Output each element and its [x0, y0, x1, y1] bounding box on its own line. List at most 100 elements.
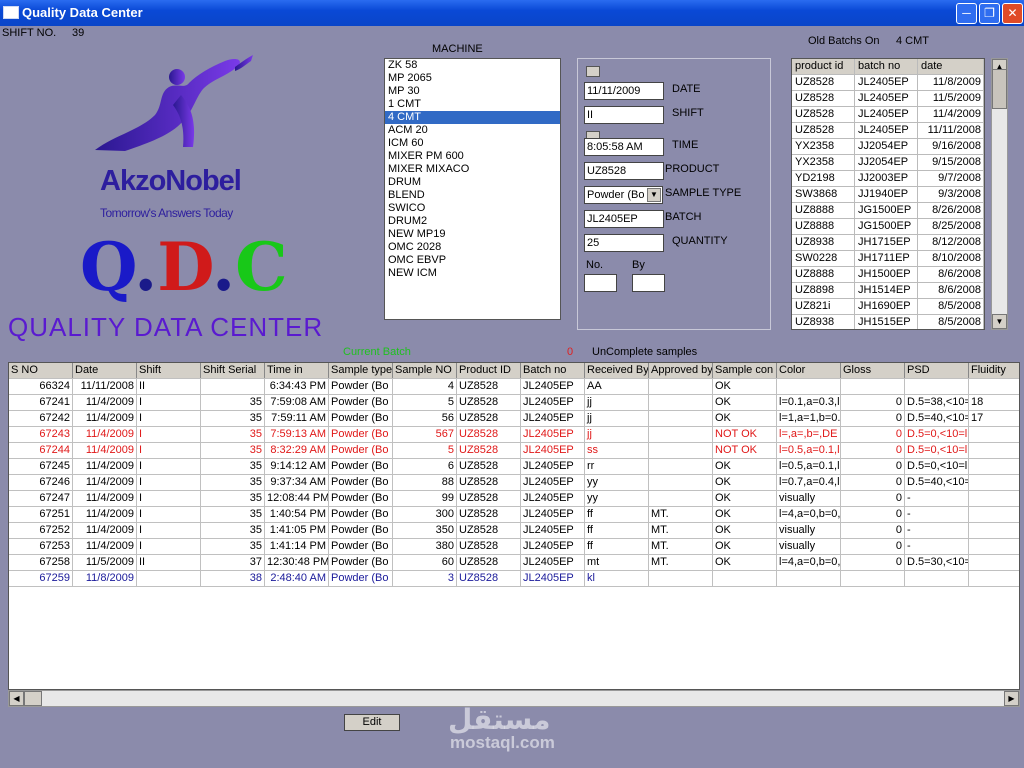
table-row[interactable]: YX2358 JJ2054EP 9/15/2008: [792, 155, 984, 171]
title-bar[interactable]: Quality Data Center ─ ❐ ✕: [0, 0, 1024, 26]
table-row[interactable]: UZ8888 JG1500EP 8/26/2008: [792, 203, 984, 219]
edit-button[interactable]: Edit: [344, 714, 400, 731]
close-button[interactable]: ✕: [1002, 3, 1023, 24]
machine-item-blend[interactable]: BLEND: [385, 189, 560, 202]
table-row[interactable]: UZ8528 JL2405EP 11/4/2009: [792, 107, 984, 123]
table-row[interactable]: 67243 11/4/2009 I 35 7:59:13 AM Powder (Bo 567…: [9, 427, 1019, 443]
time-field[interactable]: 8:05:58 AM: [584, 138, 664, 156]
old-batchs-grid[interactable]: product id batch no date UZ8528 JL2405EP 1…: [791, 58, 985, 330]
column-header[interactable]: Date: [73, 363, 137, 378]
maximize-button[interactable]: ❐: [979, 3, 1000, 24]
table-cell: 1:40:54 PM: [265, 507, 329, 522]
machine-item-mixer-pm600[interactable]: MIXER PM 600: [385, 150, 560, 163]
table-row[interactable]: 67259 11/8/2009 38 2:48:40 AM Powder (Bo 3 UZ8…: [9, 571, 1019, 587]
shift-field[interactable]: II: [584, 106, 664, 124]
date-field[interactable]: 11/11/2009: [584, 82, 664, 100]
column-header[interactable]: Shift: [137, 363, 201, 378]
column-header[interactable]: batch no: [855, 59, 918, 74]
column-header[interactable]: Received By: [585, 363, 649, 378]
column-header[interactable]: Time in: [265, 363, 329, 378]
table-cell: 35: [201, 459, 265, 474]
column-header[interactable]: Sample con: [713, 363, 777, 378]
machine-item-new-mp19[interactable]: NEW MP19: [385, 228, 560, 241]
machine-item-1cmt[interactable]: 1 CMT: [385, 98, 560, 111]
table-cell: UZ8528: [792, 123, 855, 138]
table-row[interactable]: UZ8898 JH1514EP 8/6/2008: [792, 283, 984, 299]
machine-listbox[interactable]: ZK 58 MP 2065 MP 30 1 CMT 4 CMT ACM 20 I…: [384, 58, 561, 320]
machine-item-icm60[interactable]: ICM 60: [385, 137, 560, 150]
column-header[interactable]: Gloss: [841, 363, 905, 378]
machine-item-mp2065[interactable]: MP 2065: [385, 72, 560, 85]
column-header[interactable]: S NO: [9, 363, 73, 378]
column-header[interactable]: Sample NO: [393, 363, 457, 378]
table-row[interactable]: UZ8938 JH1715EP 8/12/2008: [792, 235, 984, 251]
table-row[interactable]: 67258 11/5/2009 II 37 12:30:48 PM Powder (Bo 6…: [9, 555, 1019, 571]
arrow-right-icon[interactable]: ▶: [1004, 691, 1019, 706]
table-row[interactable]: SW0228 JH1711EP 8/10/2008: [792, 251, 984, 267]
table-row[interactable]: UZ821i JH1690EP 8/5/2008: [792, 299, 984, 315]
table-row[interactable]: SW3868 JJ1940EP 9/3/2008: [792, 187, 984, 203]
table-row[interactable]: UZ8888 JG1500EP 8/25/2008: [792, 219, 984, 235]
machine-item-swico[interactable]: SWICO: [385, 202, 560, 215]
machine-item-mp30[interactable]: MP 30: [385, 85, 560, 98]
qdc-logo: Q.D.C: [80, 228, 288, 306]
machine-item-omc2028[interactable]: OMC 2028: [385, 241, 560, 254]
table-row[interactable]: 67242 11/4/2009 I 35 7:59:11 AM Powder (Bo 56 U…: [9, 411, 1019, 427]
machine-item-zk58[interactable]: ZK 58: [385, 59, 560, 72]
table-row[interactable]: YX2358 JJ2054EP 9/16/2008: [792, 139, 984, 155]
column-header[interactable]: Color: [777, 363, 841, 378]
table-row[interactable]: 67244 11/4/2009 I 35 8:32:29 AM Powder (Bo 5 UZ…: [9, 443, 1019, 459]
machine-item-4cmt[interactable]: 4 CMT: [385, 111, 560, 124]
batch-field[interactable]: JL2405EP: [584, 210, 664, 228]
table-row[interactable]: UZ8938 JH1515EP 8/5/2008: [792, 315, 984, 329]
table-row[interactable]: UZ8528 JL2405EP 11/5/2009: [792, 91, 984, 107]
table-cell: UZ8528: [457, 539, 521, 554]
machine-item-omc-ebvp[interactable]: OMC EBVP: [385, 254, 560, 267]
by-field[interactable]: [632, 274, 665, 292]
table-row[interactable]: YD2198 JJ2003EP 9/7/2008: [792, 171, 984, 187]
quantity-field[interactable]: 25: [584, 234, 664, 252]
chevron-down-icon[interactable]: ▼: [647, 188, 661, 202]
table-cell: [649, 491, 713, 506]
table-cell: JL2405EP: [855, 107, 918, 122]
scroll-thumb[interactable]: [992, 69, 1007, 109]
date-picker-toggle[interactable]: [586, 66, 600, 77]
table-cell: JL2405EP: [521, 523, 585, 538]
column-header[interactable]: Approved by: [649, 363, 713, 378]
scroll-thumb[interactable]: [24, 691, 42, 706]
table-row[interactable]: 67245 11/4/2009 I 35 9:14:12 AM Powder (Bo 6 UZ…: [9, 459, 1019, 475]
column-header[interactable]: Batch no: [521, 363, 585, 378]
column-header[interactable]: PSD: [905, 363, 969, 378]
table-row[interactable]: UZ8888 JH1500EP 8/6/2008: [792, 267, 984, 283]
table-row[interactable]: 67251 11/4/2009 I 35 1:40:54 PM Powder (Bo 300…: [9, 507, 1019, 523]
sample-type-select[interactable]: Powder (Bo ▼: [584, 186, 663, 204]
column-header[interactable]: product id: [792, 59, 855, 74]
no-field[interactable]: [584, 274, 617, 292]
machine-item-drum[interactable]: DRUM: [385, 176, 560, 189]
arrow-down-icon[interactable]: ▼: [992, 314, 1007, 329]
machine-item-mixer-mixaco[interactable]: MIXER MIXACO: [385, 163, 560, 176]
column-header[interactable]: Sample type: [329, 363, 393, 378]
table-row[interactable]: 66324 11/11/2008 II 6:34:43 PM Powder (Bo 4 UZ…: [9, 379, 1019, 395]
product-field[interactable]: UZ8528: [584, 162, 664, 180]
table-row[interactable]: 67246 11/4/2009 I 35 9:37:34 AM Powder (Bo 88 U…: [9, 475, 1019, 491]
column-header[interactable]: Product ID: [457, 363, 521, 378]
machine-item-drum2[interactable]: DRUM2: [385, 215, 560, 228]
machine-item-new-icm[interactable]: NEW ICM: [385, 267, 560, 280]
arrow-left-icon[interactable]: ◀: [9, 691, 24, 706]
table-row[interactable]: 67241 11/4/2009 I 35 7:59:08 AM Powder (Bo 5 UZ…: [9, 395, 1019, 411]
table-row[interactable]: 67253 11/4/2009 I 35 1:41:14 PM Powder (Bo 380…: [9, 539, 1019, 555]
table-row[interactable]: UZ8528 JL2405EP 11/8/2009: [792, 75, 984, 91]
old-batchs-scrollbar[interactable]: ▲ ▼: [991, 58, 1008, 330]
no-label: No.: [586, 259, 604, 271]
machine-item-acm20[interactable]: ACM 20: [385, 124, 560, 137]
table-cell: 9/16/2008: [918, 139, 984, 154]
samples-grid[interactable]: S NO Date Shift Shift Serial Time in Sample t…: [8, 362, 1020, 690]
column-header[interactable]: Fluidity: [969, 363, 1019, 378]
column-header[interactable]: date: [918, 59, 984, 74]
minimize-button[interactable]: ─: [956, 3, 977, 24]
table-row[interactable]: 67247 11/4/2009 I 35 12:08:44 PM Powder (Bo 99…: [9, 491, 1019, 507]
table-row[interactable]: 67252 11/4/2009 I 35 1:41:05 PM Powder (Bo 350…: [9, 523, 1019, 539]
table-row[interactable]: UZ8528 JL2405EP 11/11/2008: [792, 123, 984, 139]
column-header[interactable]: Shift Serial: [201, 363, 265, 378]
